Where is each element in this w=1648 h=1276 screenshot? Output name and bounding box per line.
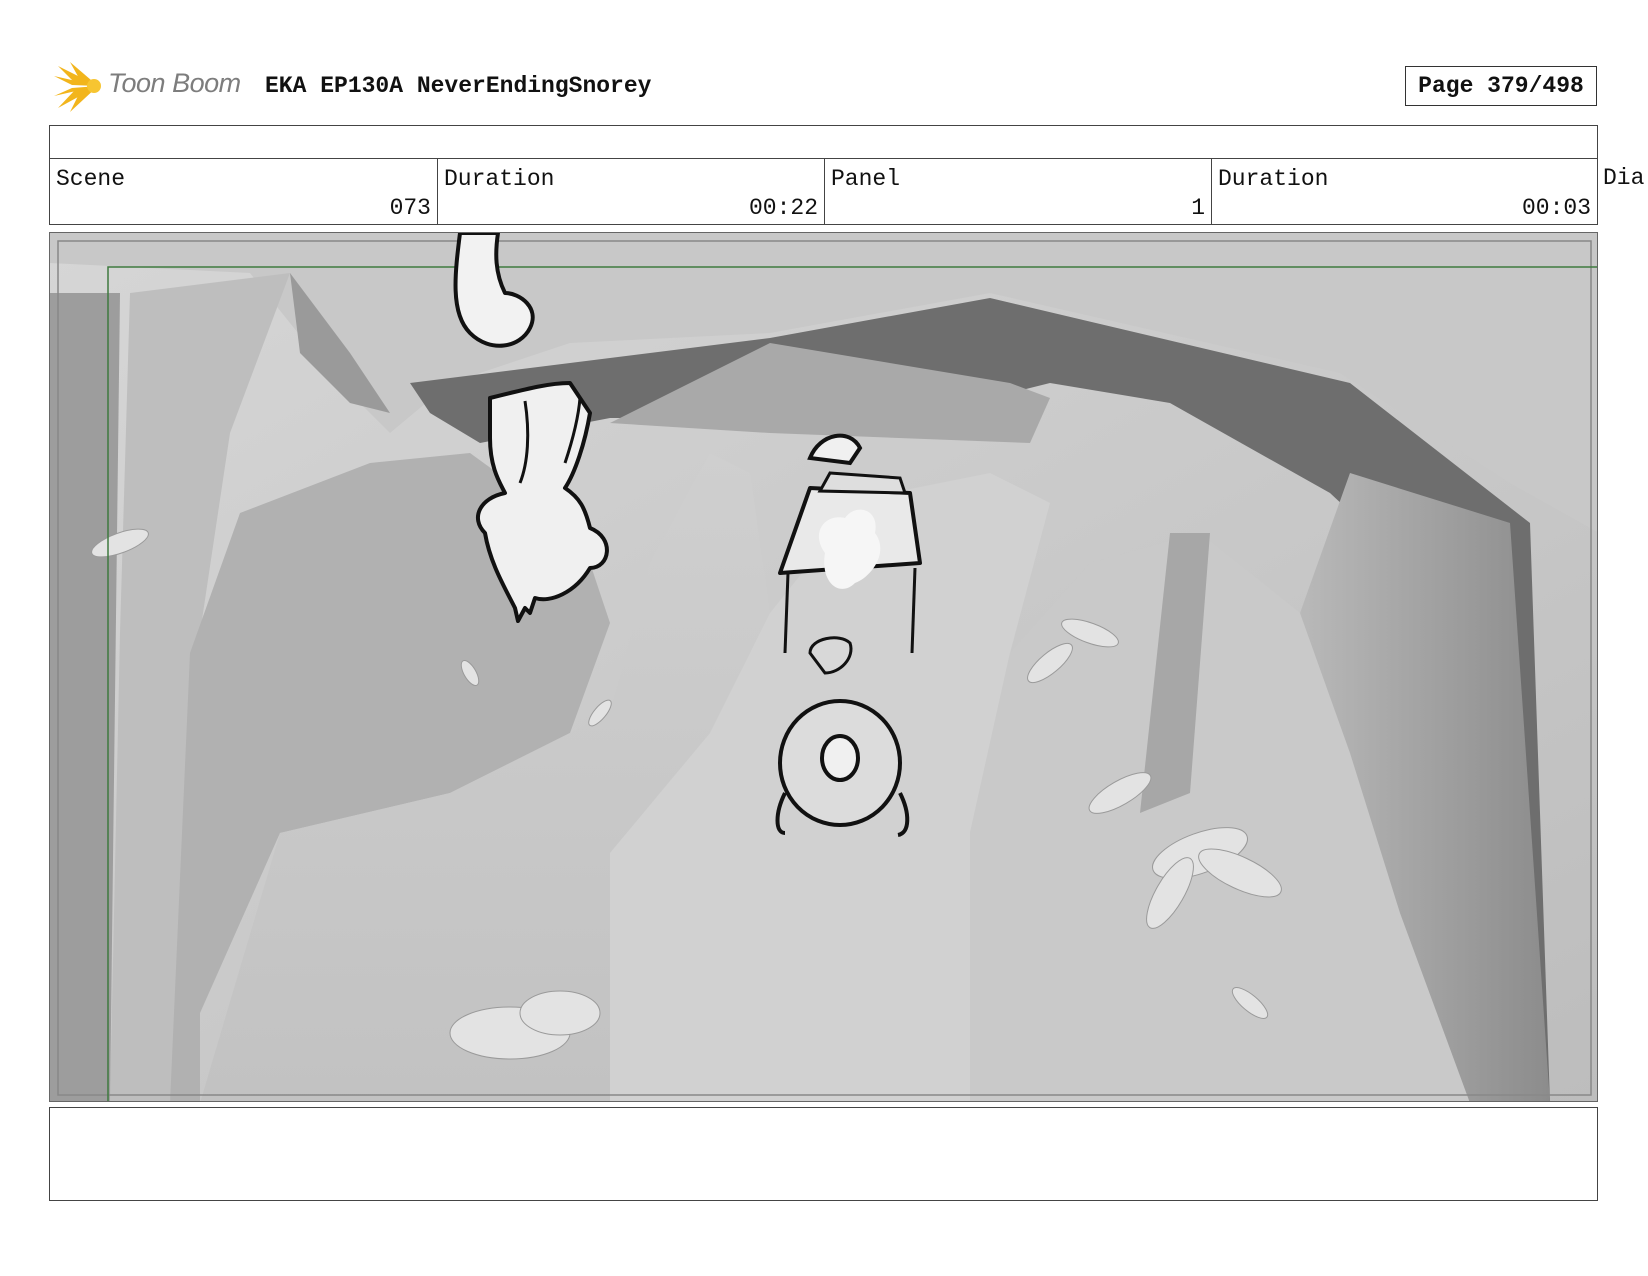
panel-duration-cell: Duration 00:03 (1211, 158, 1598, 225)
page-number: Page 379/498 (1405, 66, 1597, 106)
scene-value: 073 (389, 195, 431, 221)
panel-value: 1 (1191, 195, 1205, 221)
logo-wordmark: Toon Boom (108, 68, 241, 98)
notes-box (49, 1107, 1598, 1201)
scene-label: Scene (56, 166, 126, 192)
header-blank-row (49, 125, 1598, 159)
storyboard-panel-image (49, 232, 1598, 1102)
dialogue-label-cut-off: Dia (1603, 165, 1645, 191)
panel-duration-label: Duration (1218, 166, 1329, 192)
toon-boom-logo: Toon Boom (52, 58, 252, 114)
scene-duration-cell: Duration 00:22 (437, 158, 824, 225)
scene-duration-value: 00:22 (748, 195, 818, 221)
panel-label: Panel (831, 166, 901, 192)
scene-info-row: Scene 073 Duration 00:22 Panel 1 Duratio… (49, 158, 1648, 225)
starburst-icon (54, 62, 101, 112)
panel-duration-value: 00:03 (1521, 195, 1591, 221)
scene-duration-label: Duration (444, 166, 555, 192)
panel-cell: Panel 1 (824, 158, 1211, 225)
document-title: EKA EP130A NeverEndingSnorey (265, 73, 652, 99)
panel-drawing (50, 233, 1597, 1101)
scene-cell: Scene 073 (49, 158, 437, 225)
